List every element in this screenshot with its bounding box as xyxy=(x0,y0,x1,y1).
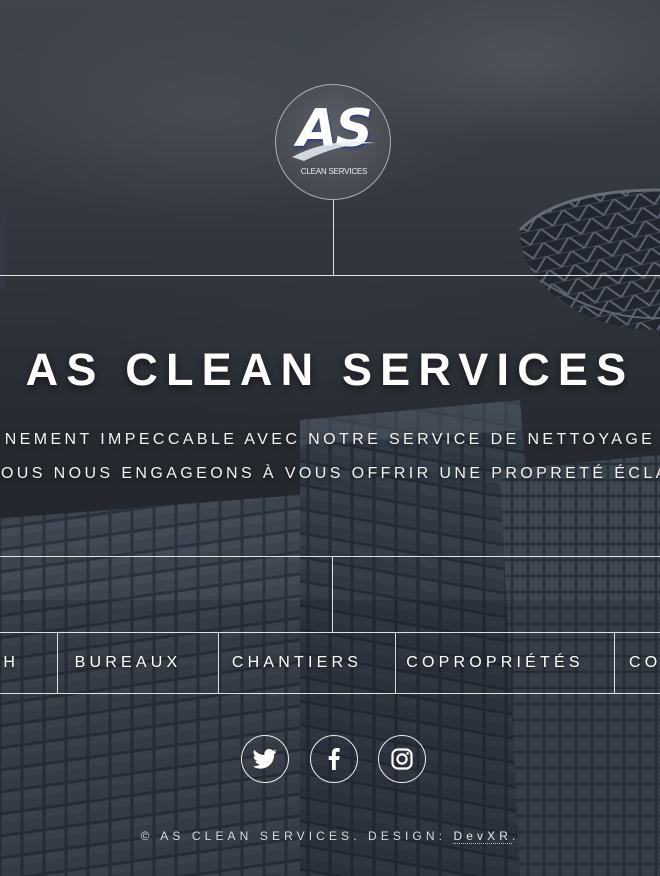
nav-item-coproprietes[interactable]: COPROPRIÉTÉS xyxy=(396,633,615,693)
instagram-icon xyxy=(391,748,413,770)
nav-item-car-wash[interactable]: CAR WASH xyxy=(0,633,58,693)
facebook-icon xyxy=(328,748,340,770)
tagline-line-2: NOUS NOUS ENGAGEONS À VOUS OFFRIR UNE PR… xyxy=(0,465,660,482)
divider-vertical-top xyxy=(333,200,334,275)
nav-item-bureaux[interactable]: BUREAUX xyxy=(58,633,219,693)
divider-horizontal-bottom xyxy=(0,556,660,557)
page: AS CLEAN SERVICES AS CLEAN SERVICES ENVI… xyxy=(0,0,660,876)
brand-logo[interactable]: AS CLEAN SERVICES xyxy=(275,84,391,200)
facebook-button[interactable] xyxy=(310,735,358,783)
divider-vertical-middle xyxy=(332,556,333,632)
footer-trailing-dot: . xyxy=(512,829,520,843)
logo-subtitle: CLEAN SERVICES xyxy=(300,167,368,176)
footer-copyright: © AS CLEAN SERVICES. DESIGN: DevXR. xyxy=(0,829,660,844)
twitter-icon xyxy=(253,749,277,769)
footer-design-link[interactable]: DevXR xyxy=(453,829,512,844)
instagram-button[interactable] xyxy=(378,735,426,783)
twitter-button[interactable] xyxy=(241,735,289,783)
page-title: AS CLEAN SERVICES xyxy=(25,344,635,395)
tagline-line-1: ENVIRONNEMENT IMPECCABLE AVEC NOTRE SERV… xyxy=(0,431,656,448)
main-nav: CAR WASH BUREAUX CHANTIERS COPROPRIÉTÉS … xyxy=(0,632,660,694)
footer-copyright-text: © AS CLEAN SERVICES. DESIGN: xyxy=(140,829,454,843)
divider-horizontal-top xyxy=(0,275,660,276)
nav-item-contact[interactable]: CONTACT xyxy=(615,633,660,693)
nav-item-chantiers[interactable]: CHANTIERS xyxy=(219,633,396,693)
logo-swoosh-icon xyxy=(292,141,376,161)
